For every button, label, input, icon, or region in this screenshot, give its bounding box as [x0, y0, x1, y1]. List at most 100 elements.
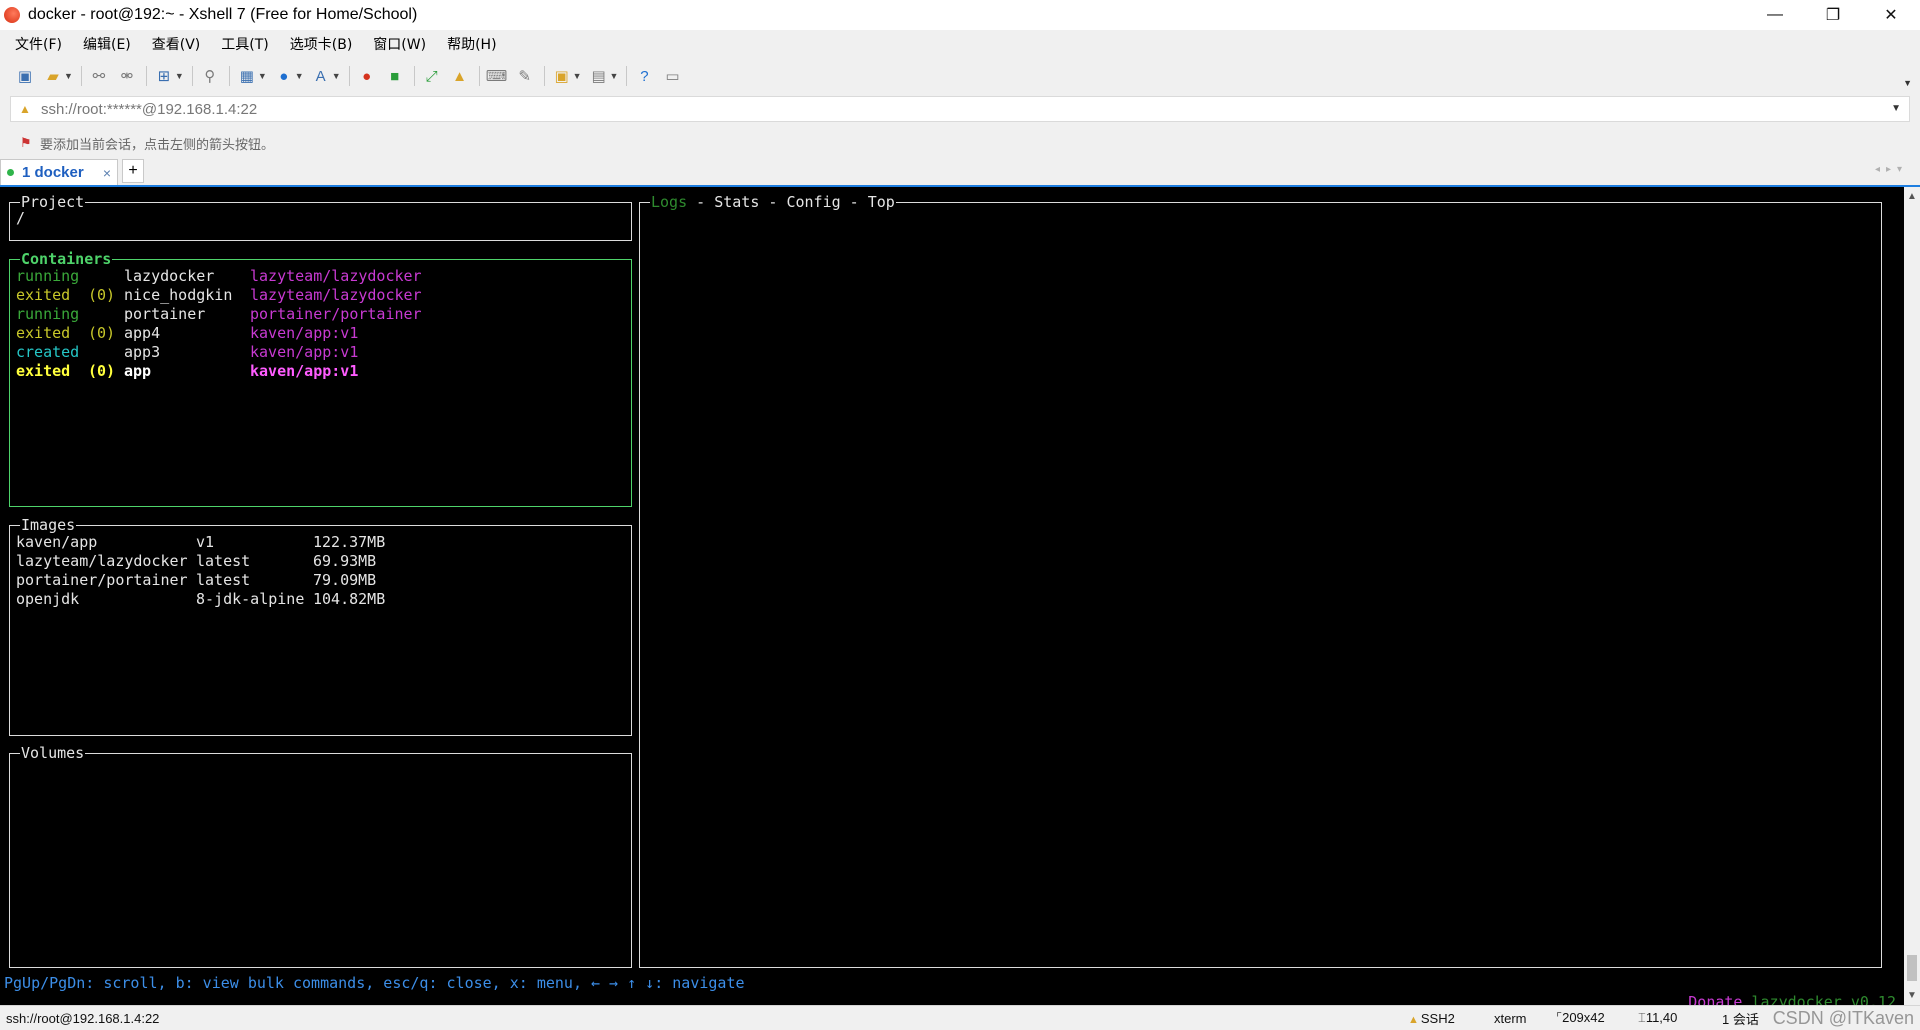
toolbar-more-icon[interactable]: ▼	[1903, 78, 1912, 88]
image-row[interactable]: portainer/portainer latest 79.09MB	[16, 571, 376, 590]
images-panel[interactable]: Images kaven/app v1 122.37MB lazyteam/la…	[9, 516, 632, 736]
menu-help[interactable]: 帮助(H)	[444, 32, 499, 56]
open-folder-icon[interactable]: ▰	[42, 65, 64, 87]
container-row[interactable]: created app3 kaven/app:v1	[16, 343, 358, 362]
keyboard-icon[interactable]: ⌨	[486, 65, 508, 87]
add-tab-button[interactable]: +	[122, 159, 144, 183]
containers-panel-title: Containers	[20, 250, 113, 268]
container-row[interactable]: exited (0) nice_hodgkin lazyteam/lazydoc…	[16, 286, 422, 305]
containers-panel[interactable]: Containers running lazydocker lazyteam/l…	[9, 250, 632, 507]
find-icon[interactable]: ⚲	[199, 65, 221, 87]
tab-logs[interactable]: Logs	[651, 193, 687, 211]
terminal-screen[interactable]: Project / Containers running lazydocker …	[0, 187, 1904, 1005]
new-tab-icon[interactable]: ⊞	[153, 65, 175, 87]
lazydocker-version: lazydocker v0.12	[1751, 993, 1897, 1005]
globe-icon[interactable]: ●	[273, 65, 295, 87]
address-bar[interactable]: ▲ ssh://root:******@192.168.1.4:22 ▼	[10, 96, 1910, 122]
tab-config[interactable]: Config	[786, 193, 840, 211]
tab-top[interactable]: Top	[868, 193, 895, 211]
title-bar: docker - root@192:~ - Xshell 7 (Free for…	[0, 0, 1920, 30]
menu-tools[interactable]: 工具(T)	[218, 32, 271, 56]
chat-icon[interactable]: ▭	[661, 65, 683, 87]
status-cursor: ⌶11,40	[1638, 1010, 1678, 1025]
xftp-icon[interactable]: ■	[384, 65, 406, 87]
xshell-icon[interactable]: ●	[356, 65, 378, 87]
donate-link[interactable]: Donate	[1688, 993, 1742, 1005]
terminal-scrollbar[interactable]: ▲ ▼	[1904, 187, 1920, 1005]
menu-bar: 文件(F) 编辑(E) 查看(V) 工具(T) 选项卡(B) 窗口(W) 帮助(…	[0, 30, 1920, 58]
connected-status-icon	[7, 169, 14, 176]
new-session-icon[interactable]: ▣	[14, 65, 36, 87]
scroll-down-icon[interactable]: ▼	[1907, 990, 1917, 1001]
menu-window[interactable]: 窗口(W)	[370, 32, 429, 56]
tab-stats[interactable]: Stats	[714, 193, 759, 211]
status-sessions: 1 会话	[1722, 1011, 1759, 1027]
csdn-watermark: CSDN @ITKaven	[1772, 1008, 1914, 1028]
menu-file[interactable]: 文件(F)	[12, 32, 65, 56]
cursor-icon: ⌶	[1638, 1010, 1646, 1025]
container-row[interactable]: running lazydocker lazyteam/lazydocker	[16, 267, 422, 286]
fullscreen-icon[interactable]: ⤢	[421, 65, 443, 87]
tab-scroll-arrows-icon[interactable]: ◂▸▾	[1875, 164, 1908, 175]
add-session-dropdown-icon[interactable]: ▼	[573, 71, 582, 81]
volumes-panel[interactable]: Volumes	[9, 744, 632, 968]
session-tab-docker[interactable]: 1 docker ×	[0, 159, 118, 185]
layout-dropdown-icon[interactable]: ▼	[258, 71, 267, 81]
status-protocol: ▲ SSH2	[1408, 1010, 1455, 1026]
reconnect-icon[interactable]: ⚯	[88, 65, 110, 87]
images-panel-title: Images	[20, 516, 77, 534]
tile-icon[interactable]: ▤	[588, 65, 610, 87]
image-row[interactable]: kaven/app v1 122.37MB	[16, 533, 385, 552]
status-term: xterm	[1494, 1010, 1527, 1026]
restore-button[interactable]: ❐	[1804, 0, 1862, 30]
add-session-icon[interactable]: ▣	[551, 65, 573, 87]
tab-close-icon[interactable]: ×	[103, 165, 111, 181]
bookmark-flag-icon[interactable]: ⚑	[20, 135, 34, 150]
toolbar-separator	[543, 66, 545, 86]
status-size: ⌜209x42	[1556, 1010, 1605, 1025]
container-row-selected[interactable]: exited (0) app kaven/app:v1	[16, 362, 358, 381]
session-tab-label[interactable]: 1 docker	[22, 164, 84, 181]
main-panel-tabs: Logs - Stats - Config - Top	[650, 193, 896, 211]
image-row[interactable]: lazyteam/lazydocker latest 69.93MB	[16, 552, 376, 571]
main-info-panel[interactable]: Logs - Stats - Config - Top	[639, 193, 1882, 968]
address-dropdown-icon[interactable]: ▼	[1891, 103, 1901, 114]
xshell-app-icon	[4, 7, 20, 23]
toolbar-separator	[80, 66, 82, 86]
layout-icon[interactable]: ▦	[236, 65, 258, 87]
lock-icon[interactable]: ▲	[449, 65, 471, 87]
scroll-thumb[interactable]	[1907, 955, 1917, 981]
project-panel[interactable]: Project /	[9, 193, 632, 241]
compose-icon[interactable]: ✎	[514, 65, 536, 87]
hint-text: 要添加当前会话，点击左侧的箭头按钮。	[40, 137, 275, 153]
menu-tab[interactable]: 选项卡(B)	[287, 32, 356, 56]
address-input[interactable]: ssh://root:******@192.168.1.4:22	[41, 101, 257, 118]
keybindings-help: PgUp/PgDn: scroll, b: view bulk commands…	[4, 974, 745, 992]
session-tab-bar: 1 docker × + ◂▸▾	[0, 159, 1920, 187]
toolbar-separator	[413, 66, 415, 86]
font-dropdown-icon[interactable]: ▼	[332, 71, 341, 81]
container-row[interactable]: running portainer portainer/portainer	[16, 305, 422, 324]
protocol-lock-icon: ▲	[1408, 1013, 1419, 1026]
close-window-button[interactable]: ✕	[1862, 0, 1920, 30]
project-path: /	[16, 209, 26, 227]
font-icon[interactable]: A	[310, 65, 332, 87]
menu-edit[interactable]: 编辑(E)	[80, 32, 134, 56]
toolbar-separator	[228, 66, 230, 86]
minimize-button[interactable]: —	[1746, 0, 1804, 30]
help-icon[interactable]: ?	[633, 65, 655, 87]
tile-dropdown-icon[interactable]: ▼	[610, 71, 619, 81]
container-row[interactable]: exited (0) app4 kaven/app:v1	[16, 324, 358, 343]
toolbar-separator	[348, 66, 350, 86]
window-controls: — ❐ ✕	[1746, 0, 1920, 30]
menu-view[interactable]: 查看(V)	[149, 32, 204, 56]
status-connection: ssh://root@192.168.1.4:22	[6, 1010, 160, 1026]
globe-dropdown-icon[interactable]: ▼	[295, 71, 304, 81]
new-tab-dropdown-icon[interactable]: ▼	[175, 71, 184, 81]
toolbar-separator	[626, 66, 628, 86]
image-row[interactable]: openjdk 8-jdk-alpine 104.82MB	[16, 590, 385, 609]
toolbar-separator	[145, 66, 147, 86]
open-dropdown-icon[interactable]: ▼	[64, 71, 73, 81]
scroll-up-icon[interactable]: ▲	[1907, 191, 1917, 202]
disconnect-icon[interactable]: ⚮	[116, 65, 138, 87]
